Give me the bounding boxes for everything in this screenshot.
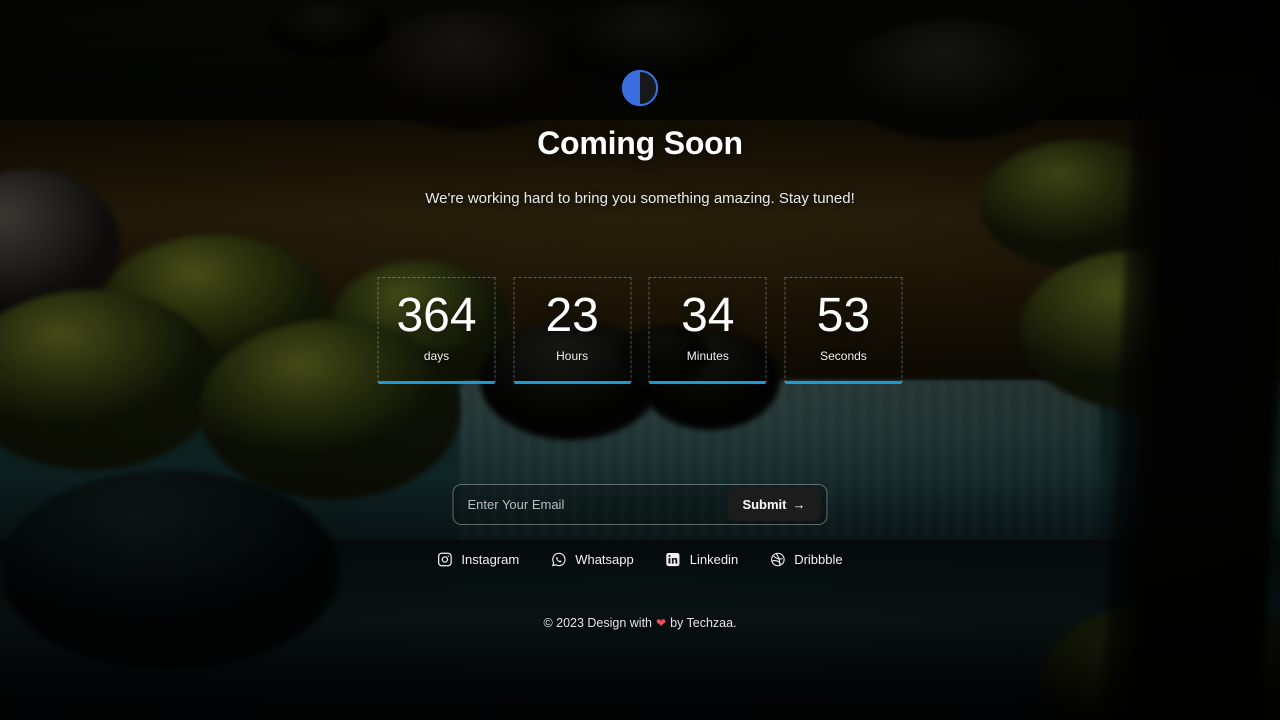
- countdown-value-hours: 23: [545, 289, 599, 342]
- countdown-value-seconds: 53: [816, 289, 871, 342]
- submit-button-label: Submit: [742, 497, 787, 512]
- whatsapp-icon: [551, 552, 566, 567]
- social-link-dribbble[interactable]: Dribbble: [770, 552, 843, 567]
- countdown-box-seconds: 53 Seconds: [784, 277, 903, 384]
- page-title: Coming Soon: [537, 125, 743, 161]
- social-label-whatsapp: Whatsapp: [575, 552, 634, 567]
- countdown-box-days: 364 days: [377, 277, 496, 384]
- page-content: Coming Soon We're working hard to bring …: [0, 0, 1280, 720]
- page-subtitle: We're working hard to bring you somethin…: [425, 190, 855, 207]
- countdown-value-days: 364: [396, 289, 477, 342]
- countdown-value-minutes: 34: [681, 289, 735, 342]
- social-link-linkedin[interactable]: Linkedin: [666, 552, 738, 567]
- email-input[interactable]: [453, 485, 728, 524]
- arrow-right-icon: →: [792, 497, 806, 512]
- social-link-whatsapp[interactable]: Whatsapp: [551, 552, 634, 567]
- submit-button[interactable]: Submit →: [727, 488, 821, 521]
- half-circle-logo-icon: [621, 69, 659, 107]
- countdown-box-minutes: 34 Minutes: [648, 277, 767, 384]
- countdown-box-hours: 23 Hours: [513, 277, 632, 384]
- heart-icon: ❤: [656, 616, 667, 630]
- footer-credit: © 2023 Design with ❤ by Techzaa.: [543, 616, 736, 630]
- countdown-label-hours: Hours: [556, 348, 589, 363]
- social-label-linkedin: Linkedin: [689, 552, 739, 567]
- footer-prefix: © 2023 Design with: [543, 616, 653, 630]
- social-label-dribbble: Dribbble: [794, 552, 843, 567]
- social-link-instagram[interactable]: Instagram: [437, 552, 519, 567]
- footer-suffix: by Techzaa.: [670, 616, 737, 630]
- subscribe-form: Submit →: [452, 484, 828, 525]
- countdown-timer: 364 days 23 Hours 34 Minutes 53 Seconds: [377, 277, 903, 384]
- countdown-label-seconds: Seconds: [820, 348, 867, 363]
- linkedin-icon: [666, 552, 681, 567]
- countdown-label-days: days: [423, 348, 450, 363]
- social-links: Instagram Whatsapp Linkedin Dribbble: [437, 552, 843, 567]
- social-label-instagram: Instagram: [461, 552, 520, 567]
- instagram-icon: [437, 552, 452, 567]
- dribbble-icon: [770, 552, 785, 567]
- countdown-label-minutes: Minutes: [686, 348, 729, 363]
